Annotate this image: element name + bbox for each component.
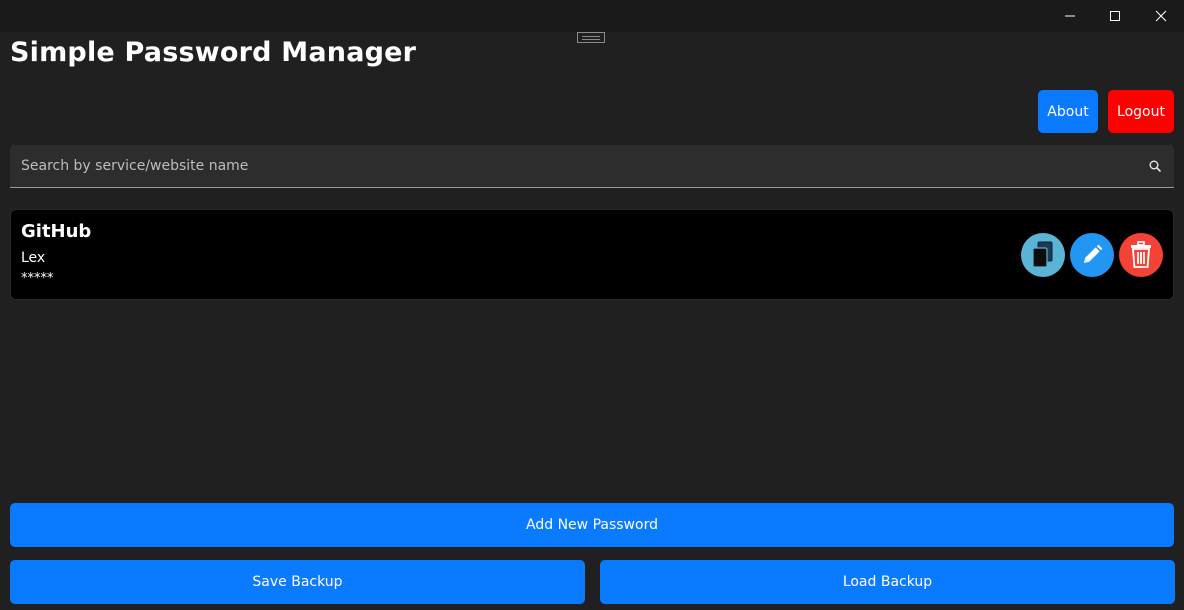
drag-handle-icon[interactable] <box>577 32 605 43</box>
pencil-icon <box>1084 244 1103 263</box>
app-title: Simple Password Manager <box>10 37 417 68</box>
minimize-button[interactable] <box>1047 0 1093 32</box>
service-name: GitHub <box>21 221 92 242</box>
close-icon <box>1155 10 1167 22</box>
edit-button[interactable] <box>1070 233 1114 277</box>
copy-button[interactable] <box>1021 233 1065 277</box>
maximize-icon <box>1110 11 1120 21</box>
logout-button[interactable]: Logout <box>1108 90 1174 133</box>
trash-icon <box>1131 241 1151 268</box>
delete-button[interactable] <box>1119 233 1163 277</box>
save-backup-button[interactable]: Save Backup <box>10 560 585 604</box>
masked-password: ***** <box>21 271 54 286</box>
about-button[interactable]: About <box>1038 90 1098 133</box>
copy-icon <box>1032 241 1053 268</box>
username: Lex <box>21 250 46 266</box>
search-box[interactable] <box>10 145 1174 188</box>
window-titlebar[interactable] <box>0 0 1184 32</box>
password-entry-card: GitHub Lex ***** <box>10 209 1174 300</box>
add-new-password-button[interactable]: Add New Password <box>10 503 1174 547</box>
minimize-icon <box>1065 15 1075 17</box>
load-backup-button[interactable]: Load Backup <box>600 560 1175 604</box>
search-icon[interactable] <box>1148 159 1162 173</box>
search-input[interactable] <box>10 145 1130 187</box>
maximize-button[interactable] <box>1092 0 1138 32</box>
close-window-button[interactable] <box>1138 0 1184 32</box>
